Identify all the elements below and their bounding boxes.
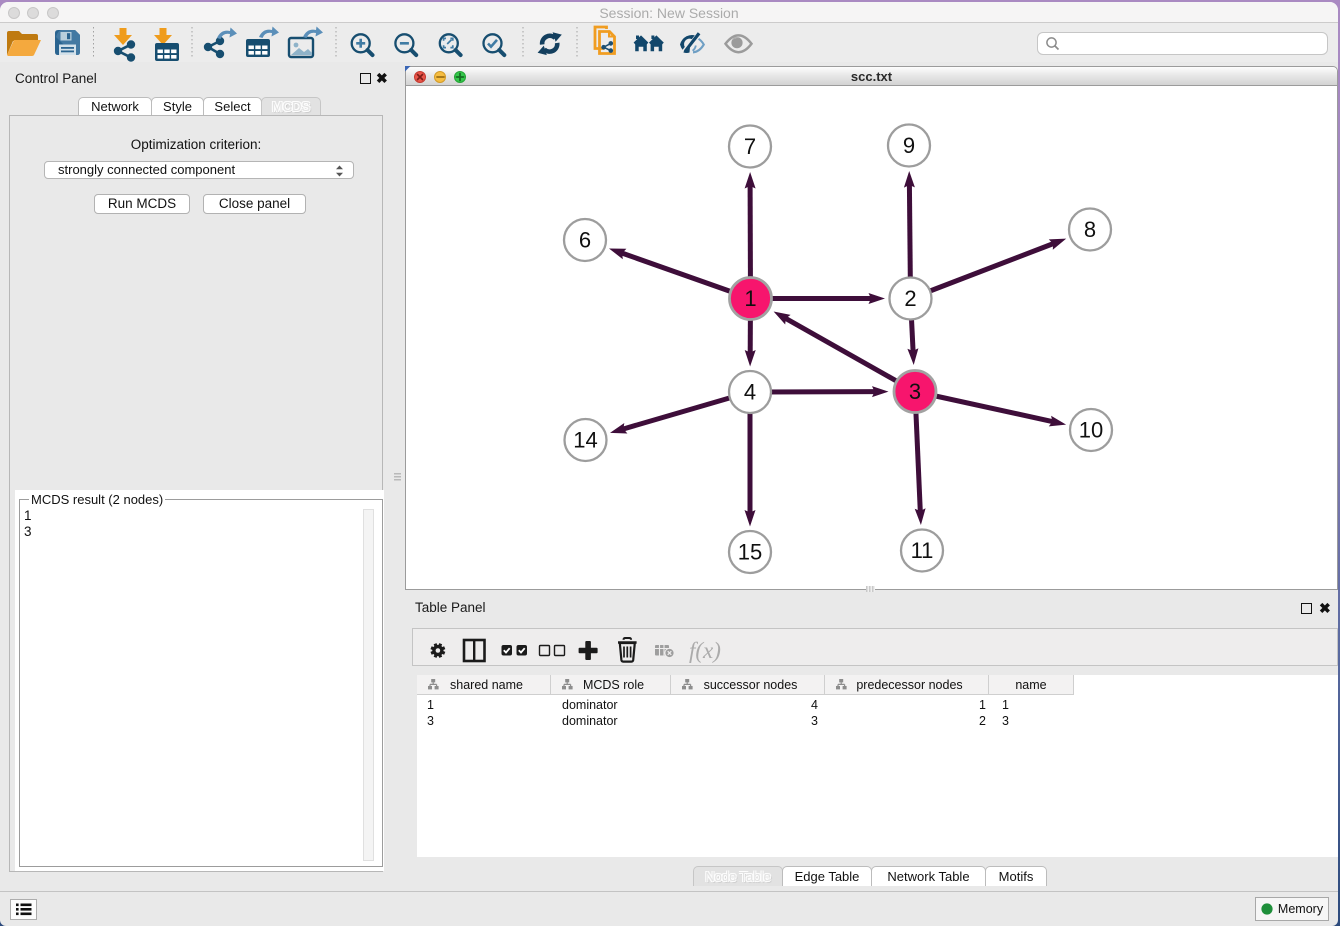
svg-text:3: 3 xyxy=(909,379,921,404)
svg-text:f(x): f(x) xyxy=(689,638,721,663)
svg-text:9: 9 xyxy=(903,133,915,158)
svg-text:14: 14 xyxy=(573,428,597,453)
svg-text:7: 7 xyxy=(744,134,756,159)
svg-text:6: 6 xyxy=(579,228,591,253)
svg-text:4: 4 xyxy=(744,380,756,405)
svg-text:2: 2 xyxy=(904,286,916,311)
svg-text:1: 1 xyxy=(744,286,756,311)
svg-text:10: 10 xyxy=(1079,418,1103,443)
svg-text:11: 11 xyxy=(911,538,934,563)
svg-text:8: 8 xyxy=(1084,217,1096,242)
svg-text:15: 15 xyxy=(738,540,762,565)
